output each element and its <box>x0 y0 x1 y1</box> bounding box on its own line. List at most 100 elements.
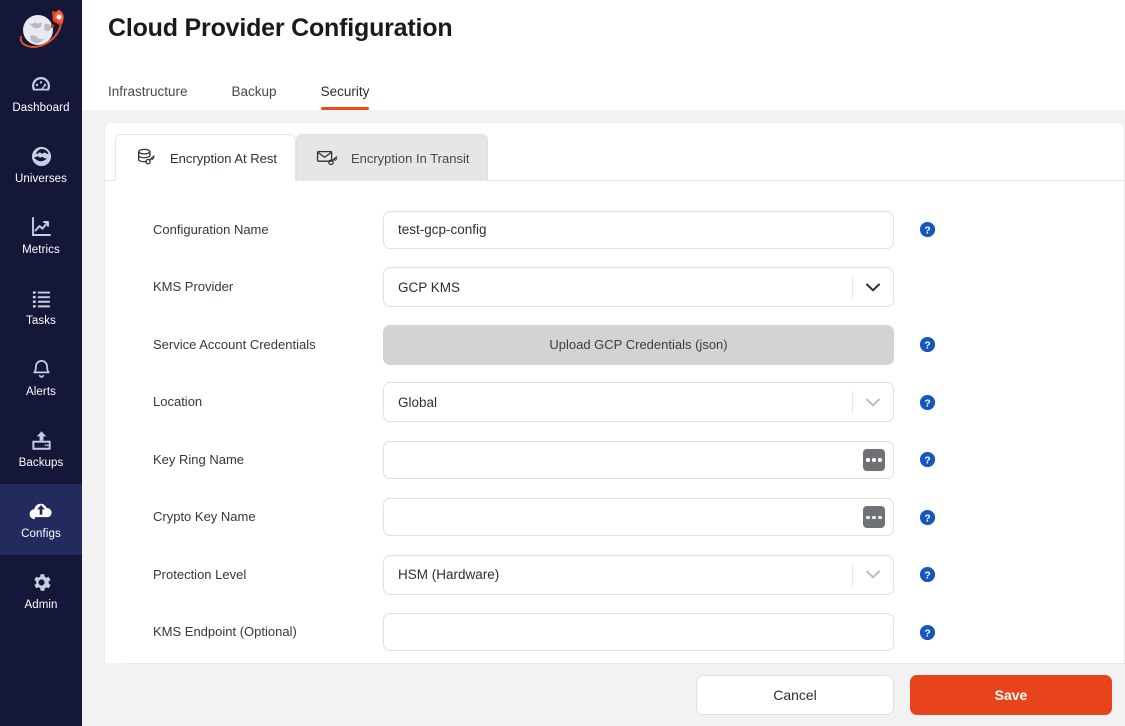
sidebar-item-alerts[interactable]: Alerts <box>0 342 82 413</box>
tab-security[interactable]: Security <box>321 85 392 111</box>
help-icon[interactable]: ? <box>919 221 936 238</box>
form-row-protection-level: Protection Level HSM (Hardware) <box>105 546 1124 604</box>
kms-endpoint-input[interactable] <box>383 613 894 651</box>
app-root: Dashboard Universes Metrics <box>0 0 1125 726</box>
field-control: Global <box>383 382 894 422</box>
dot <box>872 516 876 520</box>
field-control <box>383 211 894 249</box>
dot <box>878 458 882 462</box>
dot <box>866 516 870 520</box>
field-label: KMS Endpoint (Optional) <box>153 624 383 640</box>
form-row-crypto-key-name: Crypto Key Name ? <box>105 489 1124 547</box>
svg-text:?: ? <box>924 341 930 352</box>
field-control: Upload GCP Credentials (json) <box>383 325 894 365</box>
svg-text:?: ? <box>924 456 930 467</box>
field-label: Key Ring Name <box>153 452 383 468</box>
globe-rocket-logo <box>15 6 67 52</box>
svg-text:?: ? <box>924 398 930 409</box>
sidebar-item-label: Backups <box>19 458 64 470</box>
tab-backup[interactable]: Backup <box>232 85 299 111</box>
chart-line-icon <box>28 214 54 240</box>
subtab-label: Encryption In Transit <box>351 151 470 166</box>
content-area: Encryption At Rest Encry <box>82 110 1125 726</box>
sidebar-item-label: Dashboard <box>12 103 69 115</box>
database-key-icon <box>134 147 160 169</box>
sidebar-item-label: Configs <box>21 529 61 541</box>
field-label: Service Account Credentials <box>153 337 383 353</box>
crypto-key-name-browse-button[interactable] <box>863 506 885 528</box>
form-row-kms-endpoint: KMS Endpoint (Optional) ? <box>105 604 1124 662</box>
tab-infrastructure[interactable]: Infrastructure <box>108 85 210 111</box>
globe-icon <box>28 143 54 169</box>
help-icon[interactable]: ? <box>919 451 936 468</box>
help-icon[interactable]: ? <box>919 509 936 526</box>
field-control <box>383 498 894 536</box>
kms-provider-select[interactable]: GCP KMS <box>383 267 894 307</box>
field-control: HSM (Hardware) <box>383 555 894 595</box>
chevron-down-icon <box>853 398 893 407</box>
main-area: Cloud Provider Configuration Infrastruct… <box>82 0 1125 726</box>
subtab-encryption-at-rest[interactable]: Encryption At Rest <box>115 134 296 181</box>
sidebar-item-label: Alerts <box>26 387 56 399</box>
svg-text:?: ? <box>924 226 930 237</box>
encryption-at-rest-form: Configuration Name ? KMS Provider <box>105 181 1124 663</box>
location-select[interactable]: Global <box>383 382 894 422</box>
field-label: Crypto Key Name <box>153 509 383 525</box>
key-ring-name-browse-button[interactable] <box>863 449 885 471</box>
primary-tabs: Infrastructure Backup Security <box>108 65 1125 110</box>
form-row-key-ring-name: Key Ring Name ? <box>105 431 1124 489</box>
help-icon[interactable]: ? <box>919 566 936 583</box>
dot <box>878 516 882 520</box>
chevron-down-icon <box>853 283 893 292</box>
crypto-key-name-input[interactable] <box>383 498 894 536</box>
svg-text:?: ? <box>924 628 930 639</box>
protection-level-value: HSM (Hardware) <box>398 567 852 582</box>
sidebar-item-label: Admin <box>24 600 57 612</box>
help-icon[interactable]: ? <box>919 394 936 411</box>
envelope-key-icon <box>315 147 341 169</box>
list-icon <box>28 285 54 311</box>
svg-text:?: ? <box>924 513 930 524</box>
kms-provider-value: GCP KMS <box>398 280 852 295</box>
form-row-location: Location Global ? <box>105 374 1124 432</box>
dot <box>872 458 876 462</box>
key-ring-name-input[interactable] <box>383 441 894 479</box>
page-title: Cloud Provider Configuration <box>108 14 1125 43</box>
sidebar-item-label: Universes <box>15 174 67 186</box>
help-icon[interactable]: ? <box>919 624 936 641</box>
subtab-label: Encryption At Rest <box>170 151 277 166</box>
field-control <box>383 441 894 479</box>
sidebar-item-admin[interactable]: Admin <box>0 555 82 626</box>
sidebar-item-universes[interactable]: Universes <box>0 129 82 200</box>
upload-gcp-credentials-button[interactable]: Upload GCP Credentials (json) <box>383 325 894 365</box>
sidebar: Dashboard Universes Metrics <box>0 0 82 726</box>
save-button[interactable]: Save <box>910 675 1112 715</box>
subtab-encryption-in-transit[interactable]: Encryption In Transit <box>296 134 489 181</box>
topbar: Cloud Provider Configuration Infrastruct… <box>82 0 1125 110</box>
location-value: Global <box>398 395 852 410</box>
field-control <box>383 613 894 651</box>
protection-level-select[interactable]: HSM (Hardware) <box>383 555 894 595</box>
cancel-button[interactable]: Cancel <box>696 675 894 715</box>
form-row-kms-provider: KMS Provider GCP KMS <box>105 259 1124 317</box>
form-footer: Cancel Save <box>126 663 1125 726</box>
sidebar-item-tasks[interactable]: Tasks <box>0 271 82 342</box>
field-label: Location <box>153 394 383 410</box>
form-row-configuration-name: Configuration Name ? <box>105 201 1124 259</box>
gear-icon <box>28 569 54 595</box>
sidebar-item-dashboard[interactable]: Dashboard <box>0 58 82 129</box>
sidebar-item-label: Metrics <box>22 245 60 257</box>
field-label: Protection Level <box>153 567 383 583</box>
dashboard-gauge-icon <box>28 72 54 98</box>
configuration-name-input[interactable] <box>383 211 894 249</box>
svg-text:?: ? <box>924 571 930 582</box>
bell-icon <box>28 356 54 382</box>
sidebar-item-backups[interactable]: Backups <box>0 413 82 484</box>
field-label: KMS Provider <box>153 279 383 295</box>
chevron-down-icon <box>853 570 893 579</box>
app-logo[interactable] <box>0 0 82 58</box>
cloud-upload-icon <box>28 498 54 524</box>
sidebar-item-configs[interactable]: Configs <box>0 484 82 555</box>
sidebar-item-metrics[interactable]: Metrics <box>0 200 82 271</box>
help-icon[interactable]: ? <box>919 336 936 353</box>
